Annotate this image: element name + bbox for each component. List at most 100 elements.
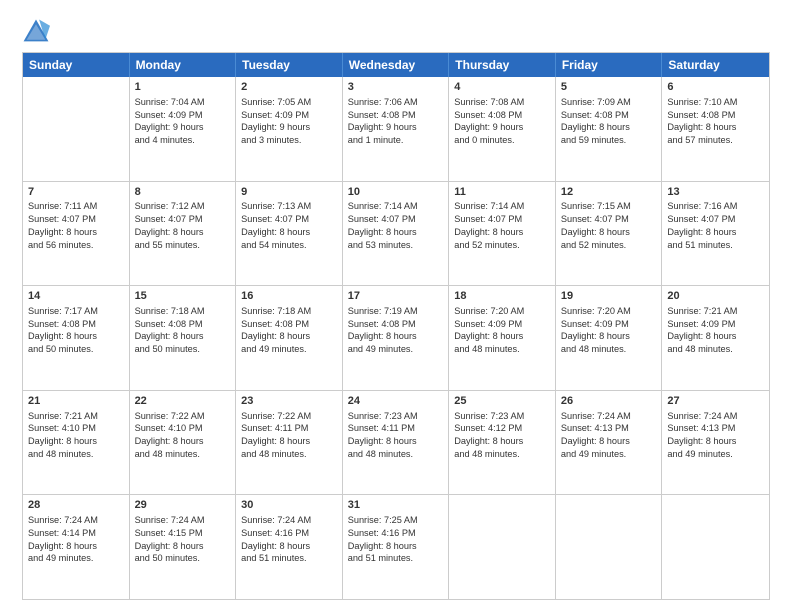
calendar-cell: 12Sunrise: 7:15 AM Sunset: 4:07 PM Dayli… — [556, 182, 663, 286]
calendar-cell: 10Sunrise: 7:14 AM Sunset: 4:07 PM Dayli… — [343, 182, 450, 286]
day-number: 22 — [135, 394, 231, 409]
day-number: 10 — [348, 185, 444, 200]
header-day-tuesday: Tuesday — [236, 53, 343, 77]
calendar-cell: 3Sunrise: 7:06 AM Sunset: 4:08 PM Daylig… — [343, 77, 450, 181]
day-number: 24 — [348, 394, 444, 409]
calendar-cell — [449, 495, 556, 599]
day-number: 23 — [241, 394, 337, 409]
calendar-body: 1Sunrise: 7:04 AM Sunset: 4:09 PM Daylig… — [23, 77, 769, 599]
day-info: Sunrise: 7:12 AM Sunset: 4:07 PM Dayligh… — [135, 200, 231, 251]
day-info: Sunrise: 7:06 AM Sunset: 4:08 PM Dayligh… — [348, 96, 444, 147]
day-info: Sunrise: 7:15 AM Sunset: 4:07 PM Dayligh… — [561, 200, 657, 251]
day-number: 11 — [454, 185, 550, 200]
day-info: Sunrise: 7:22 AM Sunset: 4:11 PM Dayligh… — [241, 410, 337, 461]
day-number: 12 — [561, 185, 657, 200]
day-number: 1 — [135, 80, 231, 95]
day-info: Sunrise: 7:20 AM Sunset: 4:09 PM Dayligh… — [454, 305, 550, 356]
calendar-cell: 19Sunrise: 7:20 AM Sunset: 4:09 PM Dayli… — [556, 286, 663, 390]
day-info: Sunrise: 7:04 AM Sunset: 4:09 PM Dayligh… — [135, 96, 231, 147]
calendar-cell — [23, 77, 130, 181]
calendar-cell: 30Sunrise: 7:24 AM Sunset: 4:16 PM Dayli… — [236, 495, 343, 599]
calendar-row-2: 14Sunrise: 7:17 AM Sunset: 4:08 PM Dayli… — [23, 285, 769, 390]
day-info: Sunrise: 7:05 AM Sunset: 4:09 PM Dayligh… — [241, 96, 337, 147]
calendar-row-3: 21Sunrise: 7:21 AM Sunset: 4:10 PM Dayli… — [23, 390, 769, 495]
day-number: 15 — [135, 289, 231, 304]
calendar-cell: 8Sunrise: 7:12 AM Sunset: 4:07 PM Daylig… — [130, 182, 237, 286]
day-info: Sunrise: 7:09 AM Sunset: 4:08 PM Dayligh… — [561, 96, 657, 147]
calendar-cell: 15Sunrise: 7:18 AM Sunset: 4:08 PM Dayli… — [130, 286, 237, 390]
day-number: 28 — [28, 498, 124, 513]
page: SundayMondayTuesdayWednesdayThursdayFrid… — [0, 0, 792, 612]
calendar-cell: 20Sunrise: 7:21 AM Sunset: 4:09 PM Dayli… — [662, 286, 769, 390]
day-number: 7 — [28, 185, 124, 200]
day-info: Sunrise: 7:13 AM Sunset: 4:07 PM Dayligh… — [241, 200, 337, 251]
day-info: Sunrise: 7:24 AM Sunset: 4:14 PM Dayligh… — [28, 514, 124, 565]
day-number: 21 — [28, 394, 124, 409]
day-number: 16 — [241, 289, 337, 304]
day-info: Sunrise: 7:14 AM Sunset: 4:07 PM Dayligh… — [454, 200, 550, 251]
day-info: Sunrise: 7:16 AM Sunset: 4:07 PM Dayligh… — [667, 200, 764, 251]
day-info: Sunrise: 7:24 AM Sunset: 4:15 PM Dayligh… — [135, 514, 231, 565]
calendar-cell: 2Sunrise: 7:05 AM Sunset: 4:09 PM Daylig… — [236, 77, 343, 181]
calendar-cell: 11Sunrise: 7:14 AM Sunset: 4:07 PM Dayli… — [449, 182, 556, 286]
calendar-cell: 27Sunrise: 7:24 AM Sunset: 4:13 PM Dayli… — [662, 391, 769, 495]
day-number: 27 — [667, 394, 764, 409]
day-info: Sunrise: 7:22 AM Sunset: 4:10 PM Dayligh… — [135, 410, 231, 461]
day-info: Sunrise: 7:23 AM Sunset: 4:12 PM Dayligh… — [454, 410, 550, 461]
header-day-wednesday: Wednesday — [343, 53, 450, 77]
calendar-cell: 25Sunrise: 7:23 AM Sunset: 4:12 PM Dayli… — [449, 391, 556, 495]
day-info: Sunrise: 7:21 AM Sunset: 4:09 PM Dayligh… — [667, 305, 764, 356]
header-day-monday: Monday — [130, 53, 237, 77]
calendar-row-1: 7Sunrise: 7:11 AM Sunset: 4:07 PM Daylig… — [23, 181, 769, 286]
calendar-cell: 16Sunrise: 7:18 AM Sunset: 4:08 PM Dayli… — [236, 286, 343, 390]
header — [22, 18, 770, 46]
calendar-cell: 13Sunrise: 7:16 AM Sunset: 4:07 PM Dayli… — [662, 182, 769, 286]
calendar-cell: 31Sunrise: 7:25 AM Sunset: 4:16 PM Dayli… — [343, 495, 450, 599]
day-number: 26 — [561, 394, 657, 409]
day-info: Sunrise: 7:11 AM Sunset: 4:07 PM Dayligh… — [28, 200, 124, 251]
day-number: 13 — [667, 185, 764, 200]
day-number: 18 — [454, 289, 550, 304]
day-info: Sunrise: 7:24 AM Sunset: 4:13 PM Dayligh… — [667, 410, 764, 461]
calendar-header: SundayMondayTuesdayWednesdayThursdayFrid… — [23, 53, 769, 77]
calendar-cell: 22Sunrise: 7:22 AM Sunset: 4:10 PM Dayli… — [130, 391, 237, 495]
calendar-cell: 18Sunrise: 7:20 AM Sunset: 4:09 PM Dayli… — [449, 286, 556, 390]
logo — [22, 18, 54, 46]
day-number: 6 — [667, 80, 764, 95]
day-number: 29 — [135, 498, 231, 513]
day-info: Sunrise: 7:10 AM Sunset: 4:08 PM Dayligh… — [667, 96, 764, 147]
calendar-cell — [556, 495, 663, 599]
day-info: Sunrise: 7:20 AM Sunset: 4:09 PM Dayligh… — [561, 305, 657, 356]
day-info: Sunrise: 7:25 AM Sunset: 4:16 PM Dayligh… — [348, 514, 444, 565]
header-day-sunday: Sunday — [23, 53, 130, 77]
day-number: 17 — [348, 289, 444, 304]
header-day-thursday: Thursday — [449, 53, 556, 77]
day-info: Sunrise: 7:19 AM Sunset: 4:08 PM Dayligh… — [348, 305, 444, 356]
calendar-cell — [662, 495, 769, 599]
header-day-saturday: Saturday — [662, 53, 769, 77]
calendar-cell: 21Sunrise: 7:21 AM Sunset: 4:10 PM Dayli… — [23, 391, 130, 495]
day-number: 30 — [241, 498, 337, 513]
calendar-row-4: 28Sunrise: 7:24 AM Sunset: 4:14 PM Dayli… — [23, 494, 769, 599]
day-number: 8 — [135, 185, 231, 200]
day-number: 5 — [561, 80, 657, 95]
calendar-row-0: 1Sunrise: 7:04 AM Sunset: 4:09 PM Daylig… — [23, 77, 769, 181]
calendar: SundayMondayTuesdayWednesdayThursdayFrid… — [22, 52, 770, 600]
calendar-cell: 9Sunrise: 7:13 AM Sunset: 4:07 PM Daylig… — [236, 182, 343, 286]
day-info: Sunrise: 7:14 AM Sunset: 4:07 PM Dayligh… — [348, 200, 444, 251]
day-number: 25 — [454, 394, 550, 409]
day-info: Sunrise: 7:21 AM Sunset: 4:10 PM Dayligh… — [28, 410, 124, 461]
calendar-cell: 29Sunrise: 7:24 AM Sunset: 4:15 PM Dayli… — [130, 495, 237, 599]
calendar-cell: 26Sunrise: 7:24 AM Sunset: 4:13 PM Dayli… — [556, 391, 663, 495]
day-number: 3 — [348, 80, 444, 95]
day-number: 2 — [241, 80, 337, 95]
day-number: 31 — [348, 498, 444, 513]
calendar-cell: 4Sunrise: 7:08 AM Sunset: 4:08 PM Daylig… — [449, 77, 556, 181]
day-info: Sunrise: 7:23 AM Sunset: 4:11 PM Dayligh… — [348, 410, 444, 461]
calendar-cell: 5Sunrise: 7:09 AM Sunset: 4:08 PM Daylig… — [556, 77, 663, 181]
day-info: Sunrise: 7:08 AM Sunset: 4:08 PM Dayligh… — [454, 96, 550, 147]
day-info: Sunrise: 7:18 AM Sunset: 4:08 PM Dayligh… — [135, 305, 231, 356]
day-number: 19 — [561, 289, 657, 304]
logo-icon — [22, 18, 50, 46]
calendar-cell: 23Sunrise: 7:22 AM Sunset: 4:11 PM Dayli… — [236, 391, 343, 495]
